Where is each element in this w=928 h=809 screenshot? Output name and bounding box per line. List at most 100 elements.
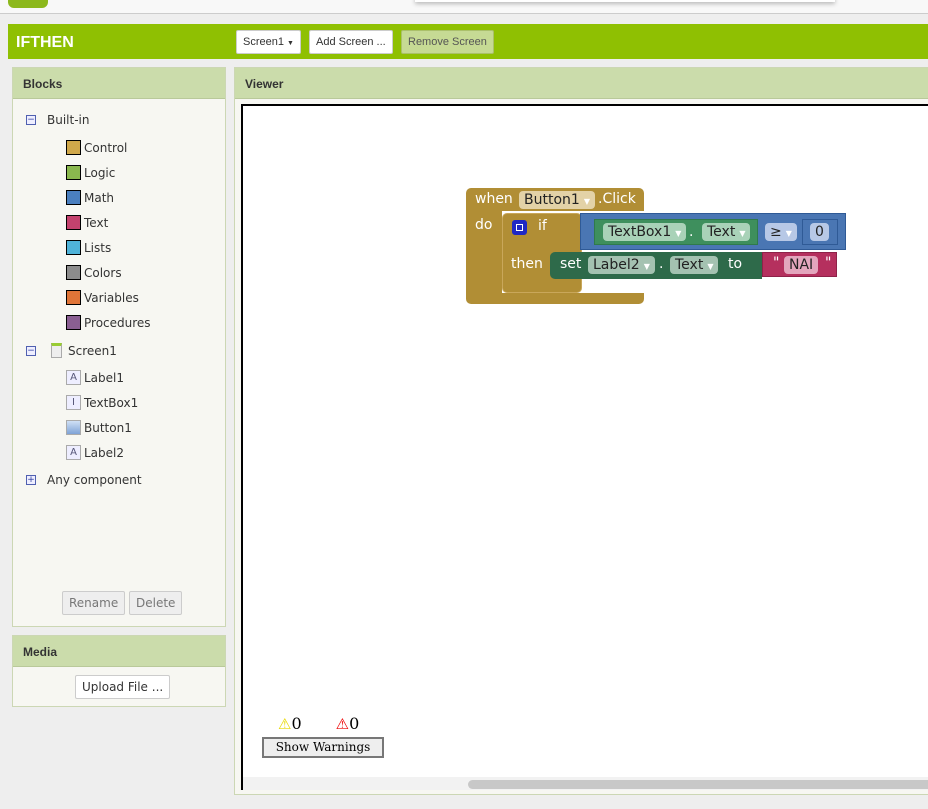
tree-label: Procedures bbox=[84, 315, 151, 330]
operator-dropdown[interactable]: ≥ ▼ bbox=[765, 223, 797, 241]
warning-icon: ⚠ bbox=[278, 714, 292, 733]
dropdown-arrow-icon: ▼ bbox=[739, 229, 746, 238]
tree-screen1[interactable]: − Screen1 bbox=[26, 343, 117, 358]
add-screen-button[interactable]: Add Screen ... bbox=[309, 30, 393, 54]
when-label: when bbox=[475, 191, 513, 207]
textbox-component-icon: I bbox=[66, 395, 81, 410]
screen-select-label: Screen1 bbox=[243, 36, 284, 48]
tree-label: Text bbox=[84, 215, 109, 230]
set-label: set bbox=[560, 256, 582, 272]
chevron-down-icon: ▼ bbox=[287, 40, 294, 47]
color-swatch-icon bbox=[66, 165, 81, 180]
event-label: .Click bbox=[598, 191, 636, 207]
media-panel: Media Upload File ... bbox=[12, 635, 226, 707]
set-property-block[interactable]: set Label2 ▼ . Text ▼ to bbox=[550, 252, 762, 279]
tree-any-component[interactable]: + Any component bbox=[26, 473, 142, 487]
builtin-category-text[interactable]: Text bbox=[66, 215, 108, 230]
dropdown-arrow-icon: ▼ bbox=[675, 229, 682, 238]
builtin-category-colors[interactable]: Colors bbox=[66, 265, 122, 280]
tree-label: Any component bbox=[47, 473, 142, 487]
compare-block[interactable]: TextBox1 ▼ . Text ▼ ≥ ▼ 0 bbox=[580, 213, 846, 250]
label-dropdown[interactable]: Label2 ▼ bbox=[588, 256, 655, 274]
expand-icon[interactable]: + bbox=[26, 475, 36, 485]
string-field[interactable]: NAI bbox=[784, 256, 819, 274]
tree-label: Control bbox=[84, 140, 128, 155]
tree-label: Math bbox=[84, 190, 115, 205]
component-label2[interactable]: A Label2 bbox=[66, 445, 124, 460]
dropdown-arrow-icon: ▼ bbox=[785, 229, 792, 238]
collapse-icon[interactable]: − bbox=[26, 345, 36, 356]
media-panel-title: Media bbox=[13, 636, 225, 667]
tree-label: TextBox1 bbox=[84, 395, 139, 410]
color-swatch-icon bbox=[66, 265, 81, 280]
mutator-icon[interactable] bbox=[512, 220, 527, 235]
property-dropdown[interactable]: Text ▼ bbox=[702, 223, 751, 241]
tree-label: Screen1 bbox=[68, 343, 117, 358]
builtin-category-math[interactable]: Math bbox=[66, 190, 114, 205]
blocks-panel-title: Blocks bbox=[13, 68, 225, 99]
dropdown-arrow-icon: ▼ bbox=[707, 262, 714, 271]
blocks-panel: Blocks − Built-in Control Logic Math Text Lis… bbox=[12, 67, 226, 627]
tree-label: Built-in bbox=[47, 113, 90, 127]
error-count: 0 bbox=[349, 714, 360, 733]
do-label: do bbox=[475, 217, 493, 233]
app-inventor-logo[interactable] bbox=[8, 0, 48, 8]
delete-button[interactable]: Delete bbox=[129, 591, 183, 615]
warning-indicator: ⚠ 0 ⚠ 0 bbox=[278, 714, 359, 733]
collapse-icon[interactable]: − bbox=[26, 115, 36, 125]
color-swatch-icon bbox=[66, 315, 81, 330]
textbox-dropdown[interactable]: TextBox1 ▼ bbox=[603, 223, 687, 241]
builtin-category-procedures[interactable]: Procedures bbox=[66, 315, 151, 330]
screen-icon bbox=[51, 343, 62, 358]
operator: ≥ bbox=[770, 224, 782, 240]
builtin-category-logic[interactable]: Logic bbox=[66, 165, 115, 180]
dropdown-arrow-icon: ▼ bbox=[583, 197, 590, 206]
tree-label: Label1 bbox=[84, 370, 125, 385]
show-warnings-button[interactable]: Show Warnings bbox=[262, 737, 384, 758]
tree-label: Logic bbox=[84, 165, 116, 180]
component-dropdown[interactable]: Button1 ▼ bbox=[519, 191, 595, 209]
builtin-category-variables[interactable]: Variables bbox=[66, 290, 139, 305]
color-swatch-icon bbox=[66, 190, 81, 205]
component-textbox1[interactable]: I TextBox1 bbox=[66, 395, 138, 410]
builtin-category-lists[interactable]: Lists bbox=[66, 240, 111, 255]
textbox-getter-block[interactable]: TextBox1 ▼ . Text ▼ bbox=[594, 219, 758, 245]
dot-label: . bbox=[659, 256, 664, 272]
then-label: then bbox=[511, 256, 543, 272]
top-search-area bbox=[415, 0, 835, 2]
builtin-category-control[interactable]: Control bbox=[66, 140, 127, 155]
quote-label: " bbox=[773, 255, 780, 271]
project-title: IFTHEN bbox=[16, 34, 74, 51]
blocks-workspace[interactable]: when Button1 ▼ .Click do if then TextBox1… bbox=[241, 104, 928, 790]
tree-builtin[interactable]: − Built-in bbox=[26, 113, 89, 127]
project-toolbar: IFTHEN Screen1 ▼ Add Screen ... Remove S… bbox=[8, 24, 928, 59]
if-label: if bbox=[538, 218, 547, 234]
horizontal-scrollbar[interactable] bbox=[468, 780, 928, 789]
label-component-icon: A bbox=[66, 370, 81, 385]
top-bar bbox=[0, 0, 928, 14]
remove-screen-button[interactable]: Remove Screen bbox=[401, 30, 494, 54]
screen-select-dropdown[interactable]: Screen1 ▼ bbox=[236, 30, 301, 54]
tree-label: Variables bbox=[84, 290, 139, 305]
component-button1[interactable]: Button1 bbox=[66, 420, 132, 435]
component-name: Button1 bbox=[524, 192, 580, 208]
property-dropdown[interactable]: Text ▼ bbox=[670, 256, 719, 274]
quote-label: " bbox=[825, 255, 832, 271]
color-swatch-icon bbox=[66, 240, 81, 255]
number-field[interactable]: 0 bbox=[810, 223, 829, 241]
upload-file-button[interactable]: Upload File ... bbox=[75, 675, 171, 699]
text-string-block[interactable]: " NAI " bbox=[762, 252, 837, 277]
label-name: Label2 bbox=[593, 257, 640, 273]
warning-count: 0 bbox=[291, 714, 302, 733]
tree-label: Lists bbox=[84, 240, 112, 255]
property-name: Text bbox=[675, 257, 704, 273]
rename-button[interactable]: Rename bbox=[62, 591, 126, 615]
color-swatch-icon bbox=[66, 215, 81, 230]
color-swatch-icon bbox=[66, 140, 81, 155]
color-swatch-icon bbox=[66, 290, 81, 305]
property-name: Text bbox=[707, 224, 736, 240]
component-label1[interactable]: A Label1 bbox=[66, 370, 124, 385]
button-component-icon bbox=[66, 420, 81, 435]
tree-label: Label2 bbox=[84, 445, 125, 460]
dot-label: . bbox=[689, 224, 694, 240]
